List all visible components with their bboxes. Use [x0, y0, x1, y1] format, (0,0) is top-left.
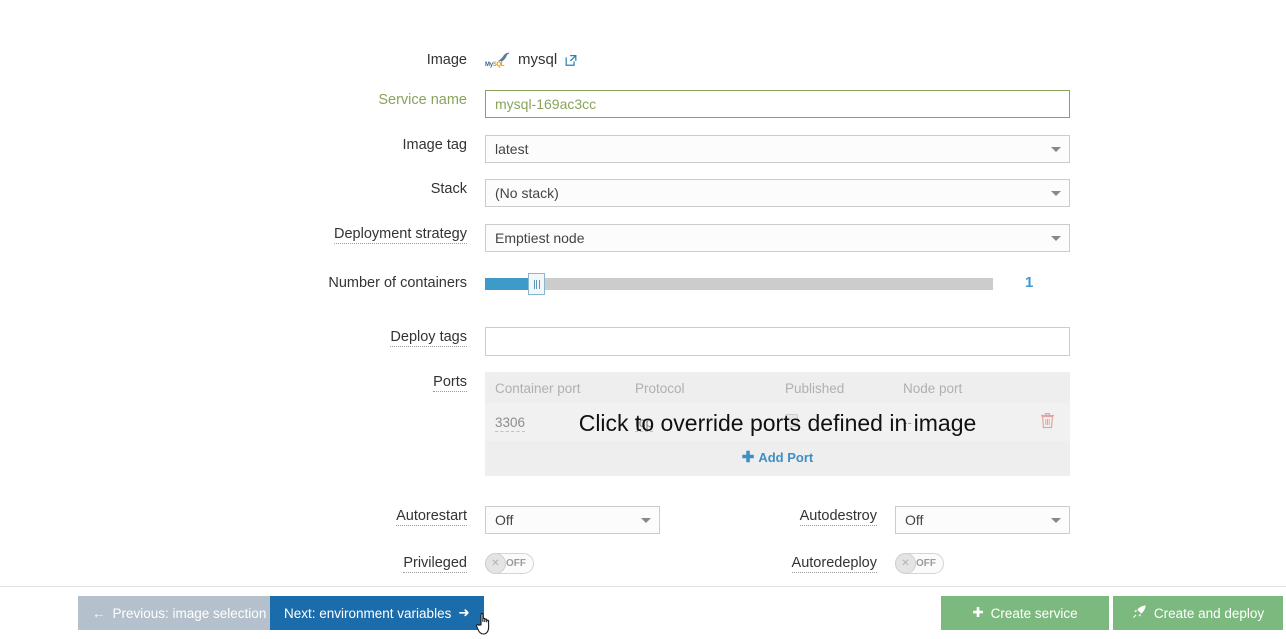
privileged-label: Privileged: [403, 555, 467, 573]
previous-button-label: Previous: image selection: [112, 605, 267, 621]
field-number-of-containers: Number of containers 1: [185, 273, 1033, 295]
trash-icon[interactable]: [1040, 412, 1055, 432]
ports-col-container-port: Container port: [495, 381, 581, 396]
image-tag-select[interactable]: latest: [485, 135, 1070, 163]
ports-label: Ports: [433, 374, 467, 392]
next-button-label: Next: environment variables: [284, 605, 452, 621]
service-name-input[interactable]: [485, 90, 1070, 118]
deployment-strategy-value: Emptiest node: [485, 224, 1070, 252]
external-link-icon[interactable]: [564, 53, 578, 67]
ports-col-protocol: Protocol: [635, 381, 685, 396]
field-service-name: Service name: [185, 90, 1070, 118]
create-service-label: Create service: [990, 605, 1078, 621]
ports-col-node-port: Node port: [903, 381, 963, 396]
number-of-containers-slider[interactable]: 1: [485, 273, 1033, 295]
autoredeploy-label: Autoredeploy: [791, 555, 877, 573]
previous-image-selection-button[interactable]: ← Previous: image selection: [78, 596, 281, 630]
deploy-tags-input[interactable]: [485, 327, 1070, 356]
form-area: Image MySQL mysql Service name mysql-169…: [0, 0, 1286, 586]
port-protocol-value[interactable]: tcp: [635, 414, 654, 432]
autodestroy-label: Autodestroy: [799, 508, 877, 526]
deployment-strategy-select[interactable]: Emptiest node: [485, 224, 1070, 252]
chevron-down-icon: [1051, 191, 1061, 196]
service-name-label: Service name: [378, 92, 467, 108]
field-image: Image MySQL mysql: [185, 50, 578, 70]
mysql-logo-sql-text: SQL: [492, 62, 505, 68]
chevron-down-icon: [1051, 147, 1061, 152]
ports-panel[interactable]: Container port Protocol Published Node p…: [485, 372, 1070, 476]
service-create-form-page: Image MySQL mysql Service name mysql-169…: [0, 0, 1286, 639]
autoredeploy-toggle[interactable]: ✕ OFF: [895, 553, 944, 574]
stack-select[interactable]: (No stack): [485, 179, 1070, 207]
ports-table-header: Container port Protocol Published Node p…: [485, 372, 1070, 403]
ports-col-published: Published: [785, 381, 845, 396]
image-tag-label: Image tag: [402, 137, 468, 153]
ports-footer: ✚ Add Port: [485, 441, 1070, 476]
chevron-down-icon: [1051, 518, 1061, 523]
number-of-containers-value: 1: [1025, 274, 1034, 291]
autodestroy-select[interactable]: Off: [895, 506, 1070, 534]
toggle-off-knob-icon: ✕: [895, 553, 916, 574]
field-privileged: Privileged ✕ OFF: [185, 553, 534, 574]
field-stack: Stack (No stack): [185, 179, 1070, 207]
slider-handle[interactable]: [528, 273, 545, 295]
port-published-checkbox[interactable]: [785, 414, 798, 427]
field-autoredeploy: Autoredeploy ✕ OFF: [595, 553, 944, 574]
arrow-right-icon: ➜: [458, 605, 470, 620]
plus-icon: ✚: [741, 449, 755, 466]
field-autodestroy: Autodestroy Off: [595, 506, 1070, 534]
toggle-off-knob-icon: ✕: [485, 553, 506, 574]
number-of-containers-label: Number of containers: [328, 275, 467, 291]
autoredeploy-toggle-state: OFF: [916, 558, 936, 569]
deployment-strategy-label: Deployment strategy: [334, 226, 467, 244]
ports-table-row[interactable]: 3306 tcp --: [485, 403, 1070, 441]
mysql-logo-my-text: My: [485, 62, 493, 68]
stack-label: Stack: [430, 181, 467, 197]
create-and-deploy-button[interactable]: Create and deploy: [1113, 596, 1283, 630]
autorestart-label: Autorestart: [396, 508, 467, 526]
privileged-toggle-state: OFF: [506, 558, 526, 569]
port-node-port-value: --: [903, 414, 912, 430]
image-tag-value: latest: [485, 135, 1070, 163]
add-port-button[interactable]: ✚ Add Port: [742, 450, 813, 465]
deploy-tags-label: Deploy tags: [390, 329, 467, 347]
stack-value: (No stack): [485, 179, 1070, 207]
arrow-left-icon: ←: [92, 605, 106, 621]
field-deploy-tags: Deploy tags: [185, 327, 1070, 356]
field-ports: Ports Container port Protocol Published …: [185, 372, 1070, 476]
autodestroy-value: Off: [895, 506, 1070, 534]
port-container-port-value[interactable]: 3306: [495, 414, 526, 432]
field-image-tag: Image tag latest: [185, 135, 1070, 163]
slider-track[interactable]: [485, 278, 993, 290]
chevron-down-icon: [1051, 236, 1061, 241]
plus-icon: ✚: [972, 605, 984, 620]
image-name-text: mysql: [518, 51, 558, 68]
image-value-group: MySQL mysql: [485, 50, 578, 70]
mysql-logo-icon: MySQL: [485, 52, 511, 68]
field-autorestart: Autorestart Off: [185, 506, 660, 534]
create-service-button[interactable]: ✚ Create service: [941, 596, 1109, 630]
create-and-deploy-label: Create and deploy: [1153, 605, 1265, 621]
privileged-toggle[interactable]: ✕ OFF: [485, 553, 534, 574]
next-environment-variables-button[interactable]: Next: environment variables ➜: [270, 596, 484, 630]
field-deployment-strategy: Deployment strategy Emptiest node: [185, 224, 1070, 252]
rocket-icon: [1132, 604, 1147, 622]
image-label: Image: [426, 52, 467, 68]
add-port-label: Add Port: [758, 450, 814, 465]
